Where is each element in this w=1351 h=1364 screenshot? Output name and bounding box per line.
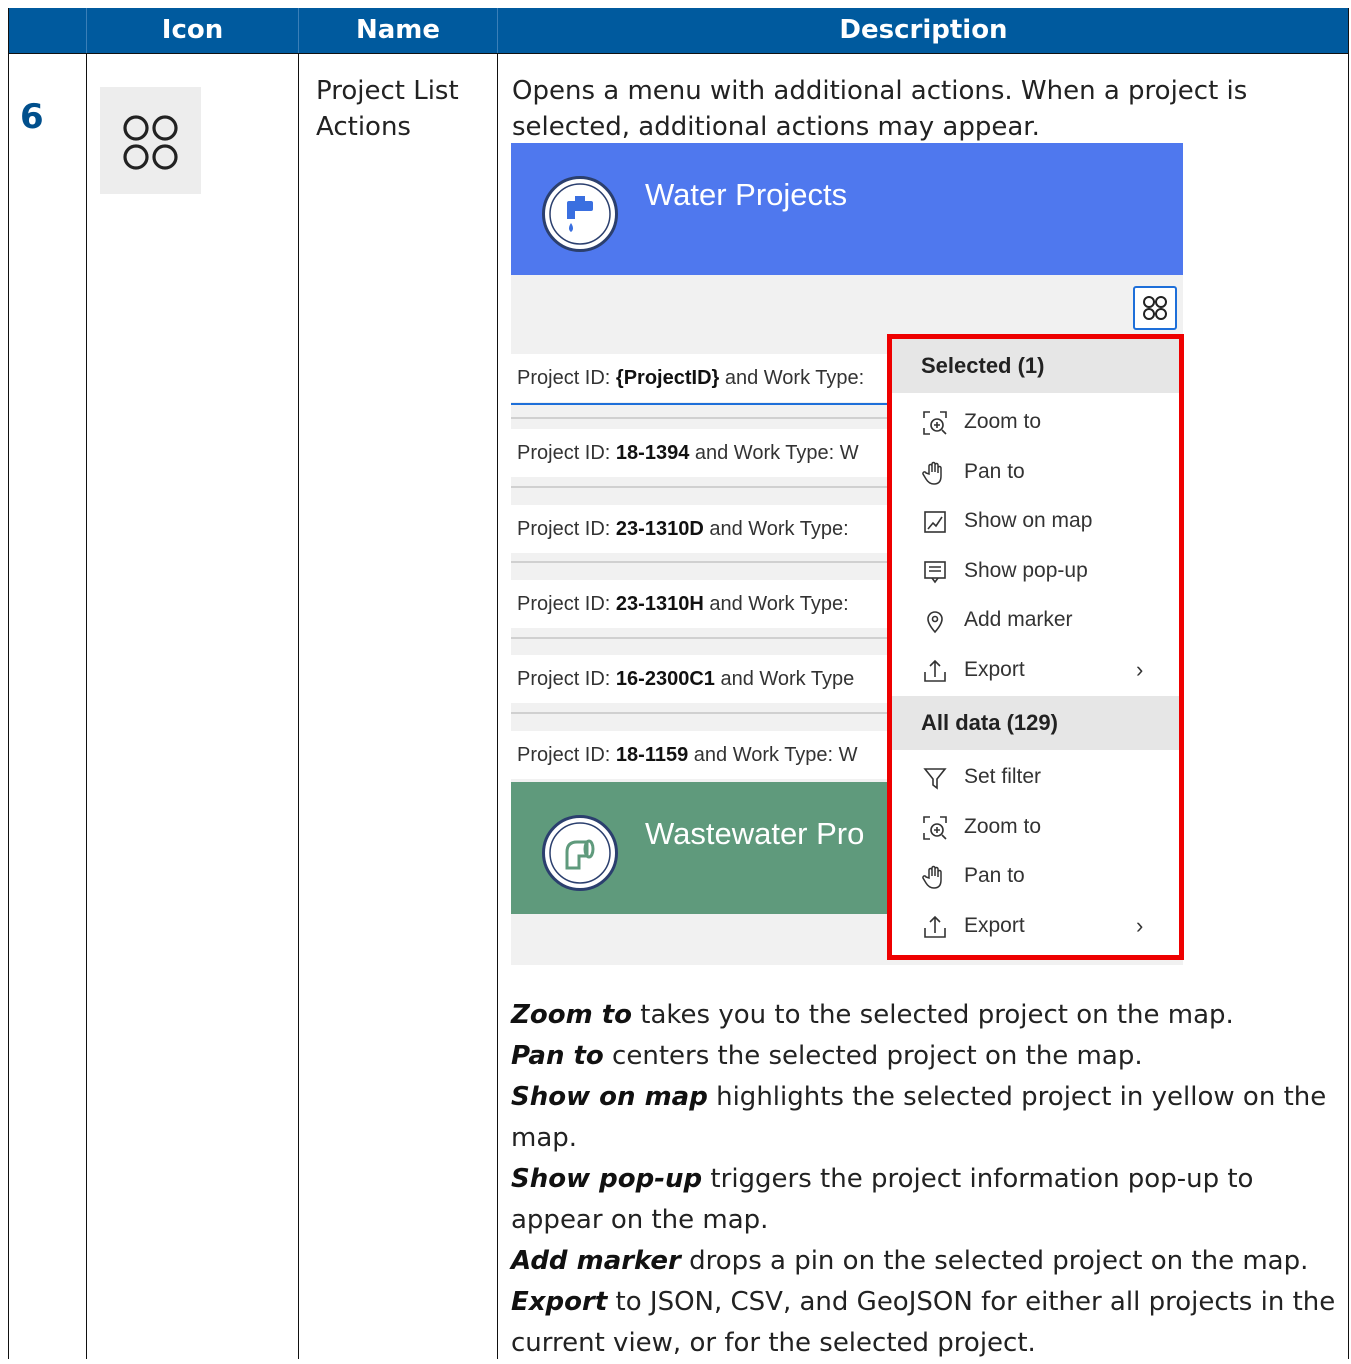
water-projects-title: Water Projects bbox=[645, 177, 848, 212]
explanation-zoom-to: Zoom to takes you to the selected projec… bbox=[511, 1000, 1234, 1030]
export-icon bbox=[924, 659, 946, 682]
column-divider bbox=[298, 53, 299, 1359]
column-divider bbox=[497, 53, 498, 1359]
explanation-show-on-map: Show on map highlights the selected proj… bbox=[511, 1082, 1327, 1153]
header-icon: Icon bbox=[161, 15, 224, 45]
header-description: Description bbox=[839, 15, 1008, 45]
action-explanations: Zoom to takes you to the selected projec… bbox=[511, 995, 1341, 1364]
menu-item-show-on-map[interactable]: Show on map bbox=[892, 496, 1179, 546]
menu-item-export-all[interactable]: Export › bbox=[892, 901, 1179, 951]
pipe-icon bbox=[542, 815, 618, 891]
chevron-right-icon: › bbox=[1136, 913, 1144, 938]
header-rule bbox=[8, 53, 1349, 54]
menu-item-add-marker[interactable]: Add marker bbox=[892, 595, 1179, 645]
row-number: 6 bbox=[20, 97, 44, 137]
project-list-actions-icon bbox=[100, 87, 201, 194]
table-border-left bbox=[8, 8, 9, 1359]
actions-menu: Selected (1) Zoom to Pan to Show on map … bbox=[887, 334, 1184, 960]
marker-pin-icon bbox=[927, 611, 943, 634]
menu-item-pan-to-all[interactable]: Pan to bbox=[892, 851, 1179, 901]
hand-pan-icon bbox=[922, 461, 942, 485]
popup-icon bbox=[924, 561, 946, 584]
menu-item-show-popup[interactable]: Show pop-up bbox=[892, 546, 1179, 596]
table-border-right bbox=[1348, 8, 1349, 1359]
hand-pan-icon bbox=[922, 865, 942, 889]
water-projects-banner: Water Projects bbox=[511, 143, 1183, 275]
zoom-to-icon bbox=[923, 816, 947, 840]
chevron-right-icon: › bbox=[1136, 657, 1144, 682]
explanation-add-marker: Add marker drops a pin on the selected p… bbox=[511, 1246, 1309, 1276]
column-divider bbox=[86, 53, 87, 1359]
wastewater-title: Wastewater Pro bbox=[645, 816, 865, 851]
actions-menu-button[interactable] bbox=[1133, 286, 1177, 330]
menu-item-export[interactable]: Export › bbox=[892, 645, 1179, 695]
menu-section-selected: Selected (1) bbox=[892, 339, 1179, 393]
header-name: Name bbox=[355, 15, 441, 45]
explanation-pan-to: Pan to centers the selected project on t… bbox=[511, 1041, 1143, 1071]
faucet-icon bbox=[542, 176, 618, 252]
zoom-to-icon bbox=[923, 411, 947, 435]
menu-section-all-data: All data (129) bbox=[892, 696, 1179, 750]
export-icon bbox=[924, 915, 946, 938]
row-name: Project List Actions bbox=[316, 76, 459, 142]
menu-item-zoom-to-all[interactable]: Zoom to bbox=[892, 802, 1179, 852]
row-description: Opens a menu with additional actions. Wh… bbox=[512, 76, 1248, 142]
explanation-show-popup: Show pop-up triggers the project informa… bbox=[511, 1164, 1254, 1235]
filter-icon bbox=[923, 768, 947, 790]
menu-item-pan-to[interactable]: Pan to bbox=[892, 447, 1179, 497]
show-on-map-icon bbox=[924, 511, 946, 533]
menu-item-set-filter[interactable]: Set filter bbox=[892, 752, 1179, 802]
menu-item-zoom-to[interactable]: Zoom to bbox=[892, 397, 1179, 447]
explanation-export: Export to JSON, CSV, and GeoJSON for eit… bbox=[511, 1287, 1336, 1358]
